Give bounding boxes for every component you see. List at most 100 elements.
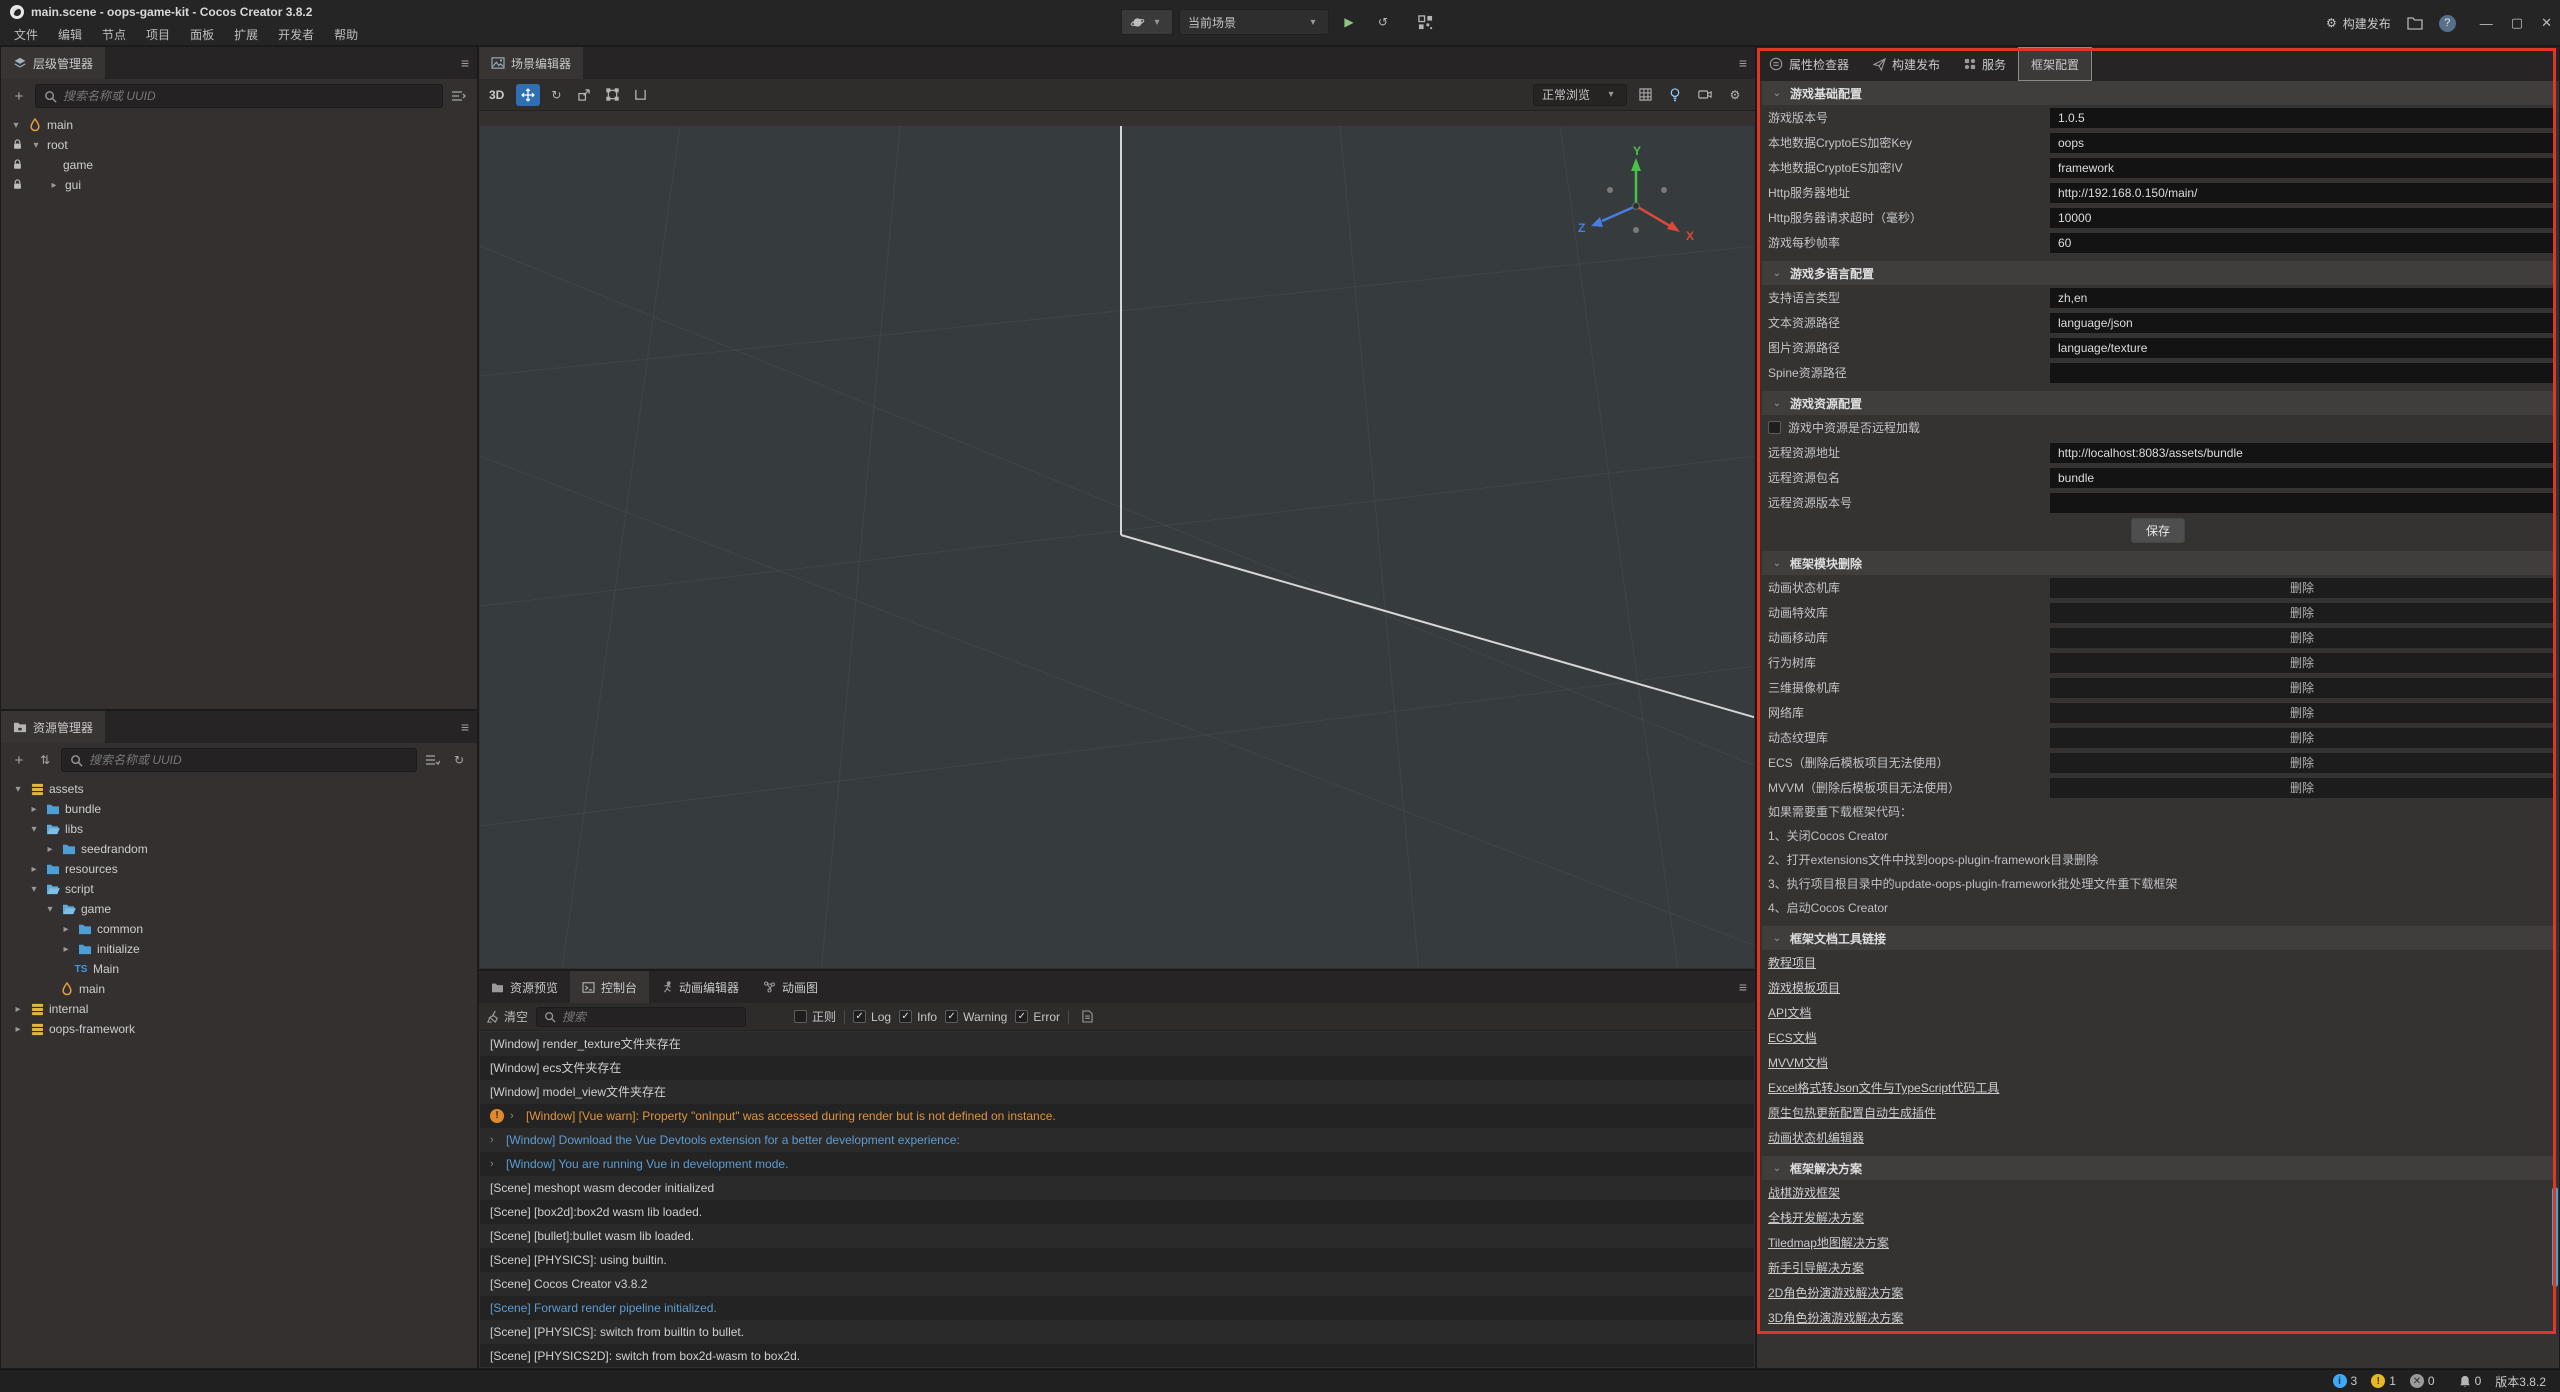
log-row[interactable]: [Scene] Cocos Creator v3.8.2	[480, 1272, 1754, 1296]
asset-node-internal[interactable]: ▸ internal	[1, 999, 477, 1019]
asset-node-bundle[interactable]: ▸ bundle	[1, 799, 477, 819]
delete-button[interactable]: 删除	[2050, 578, 2554, 598]
add-asset-button[interactable]: +	[9, 750, 29, 770]
warning-count[interactable]: ! 1	[2371, 1374, 2396, 1388]
hierarchy-search[interactable]	[35, 84, 443, 108]
refresh-icon[interactable]: ↻	[449, 750, 469, 770]
tab-service[interactable]: 服务	[1952, 47, 2018, 81]
menu-node[interactable]: 节点	[92, 26, 136, 43]
log-file-icon[interactable]	[1077, 1007, 1097, 1027]
link-excel-tool[interactable]: Excel格式转Json文件与TypeScript代码工具	[1762, 1075, 2554, 1100]
notification-count[interactable]: 0	[2459, 1374, 2482, 1388]
assets-menu-icon[interactable]: ≡	[461, 711, 469, 743]
link-tutorial-project[interactable]: 教程项目	[1762, 950, 2554, 975]
game-version-input[interactable]	[2050, 108, 2554, 128]
view-mode-select[interactable]: 正常浏览 ▾	[1533, 84, 1627, 106]
link-animator-editor[interactable]: 动画状态机编辑器	[1762, 1125, 2554, 1150]
crypto-key-input[interactable]	[2050, 133, 2554, 153]
reload-button[interactable]: ↺	[1369, 9, 1397, 35]
log-row[interactable]: [Scene] [bullet]:bullet wasm lib loaded.	[480, 1224, 1754, 1248]
asset-node-oops-framework[interactable]: ▸ oops-framework	[1, 1019, 477, 1039]
chevron-down-icon[interactable]: ▾	[29, 140, 43, 151]
link-fullstack[interactable]: 全栈开发解决方案	[1762, 1205, 2554, 1230]
log-row[interactable]: [Scene] [PHYSICS2D]: switch from box2d-w…	[480, 1344, 1754, 1367]
rotate-tool-icon[interactable]: ↻	[544, 84, 568, 106]
folder-icon[interactable]	[2405, 13, 2425, 33]
log-row[interactable]: [Scene] [box2d]:box2d wasm lib loaded.	[480, 1200, 1754, 1224]
tab-animation-editor[interactable]: 动画编辑器	[649, 971, 751, 1003]
asset-node-seedrandom[interactable]: ▸ seedrandom	[1, 839, 477, 859]
filter-error-checkbox[interactable]: ✓ Error	[1015, 1010, 1060, 1024]
scene-menu-icon[interactable]: ≡	[1739, 47, 1747, 79]
section-i18n-config[interactable]: ⌄ 游戏多语言配置	[1762, 261, 2554, 285]
tab-hierarchy[interactable]: 层级管理器	[1, 47, 105, 79]
log-row-link[interactable]: › [Window] Download the Vue Devtools ext…	[480, 1128, 1754, 1152]
chevron-right-icon[interactable]: ▸	[11, 1004, 25, 1015]
save-button[interactable]: 保存	[2131, 518, 2185, 543]
delete-button[interactable]: 删除	[2050, 778, 2554, 798]
remote-url-input[interactable]	[2050, 443, 2554, 463]
maximize-button[interactable]: ▢	[2511, 15, 2523, 31]
asset-node-game[interactable]: ▾ game	[1, 899, 477, 919]
link-game-template[interactable]: 游戏模板项目	[1762, 975, 2554, 1000]
build-publish-button[interactable]: ⚙ 构建发布	[2326, 15, 2391, 32]
spine-path-input[interactable]	[2050, 363, 2554, 383]
scene-select[interactable]: 当前场景 ▾	[1179, 9, 1329, 35]
platform-button[interactable]: ▾	[1121, 9, 1173, 35]
text-path-input[interactable]	[2050, 313, 2554, 333]
filter-log-checkbox[interactable]: ✓ Log	[853, 1010, 891, 1024]
chevron-right-icon[interactable]: ▸	[11, 1024, 25, 1035]
chevron-right-icon[interactable]: ▸	[27, 804, 41, 815]
menu-project[interactable]: 项目	[136, 26, 180, 43]
menu-file[interactable]: 文件	[4, 26, 48, 43]
filter-info-checkbox[interactable]: ✓ Info	[899, 1010, 937, 1024]
chevron-right-icon[interactable]: ▸	[59, 944, 73, 955]
chevron-down-icon[interactable]: ▾	[27, 884, 41, 895]
console-menu-icon[interactable]: ≡	[1739, 971, 1747, 1003]
close-button[interactable]: ✕	[2541, 15, 2552, 31]
chevron-right-icon[interactable]: ▸	[59, 924, 73, 935]
delete-button[interactable]: 删除	[2050, 728, 2554, 748]
delete-button[interactable]: 删除	[2050, 703, 2554, 723]
menu-developer[interactable]: 开发者	[268, 26, 324, 43]
axis-gizmo[interactable]: Y X Z	[1566, 144, 1706, 264]
expand-icon[interactable]: ›	[510, 1104, 520, 1128]
log-row-link[interactable]: [Scene] Forward render pipeline initiali…	[480, 1296, 1754, 1320]
section-module-delete[interactable]: ⌄ 框架模块删除	[1762, 551, 2554, 575]
asset-node-assets[interactable]: ▾ assets	[1, 779, 477, 799]
console-logs[interactable]: [Window] render_texture文件夹存在 [Window] ec…	[480, 1032, 1754, 1367]
filter-warning-checkbox[interactable]: ✓ Warning	[945, 1010, 1007, 1024]
fps-input[interactable]	[2050, 233, 2554, 253]
assets-filter-icon[interactable]	[423, 750, 443, 770]
info-count[interactable]: i 3	[2333, 1374, 2358, 1388]
clear-console-button[interactable]: 清空	[487, 1008, 528, 1025]
console-search[interactable]	[536, 1007, 746, 1027]
move-tool-icon[interactable]	[516, 84, 540, 106]
section-resource-config[interactable]: ⌄ 游戏资源配置	[1762, 391, 2554, 415]
chevron-right-icon[interactable]: ▸	[27, 864, 41, 875]
tree-node-root[interactable]: ▾ root	[1, 135, 477, 155]
assets-search[interactable]	[61, 748, 417, 772]
expand-icon[interactable]: ›	[490, 1128, 500, 1152]
hierarchy-menu-icon[interactable]: ≡	[461, 47, 469, 79]
log-row[interactable]: [Scene] [PHYSICS]: using builtin.	[480, 1248, 1754, 1272]
asset-node-common[interactable]: ▸ common	[1, 919, 477, 939]
link-api-docs[interactable]: API文档	[1762, 1000, 2554, 1025]
log-row[interactable]: [Scene] meshopt wasm decoder initialized	[480, 1176, 1754, 1200]
asset-node-resources[interactable]: ▸ resources	[1, 859, 477, 879]
tab-build-publish[interactable]: 构建发布	[1861, 47, 1952, 81]
asset-node-script[interactable]: ▾ script	[1, 879, 477, 899]
asset-node-libs[interactable]: ▾ libs	[1, 819, 477, 839]
link-tiledmap[interactable]: Tiledmap地图解决方案	[1762, 1230, 2554, 1255]
assets-search-input[interactable]	[89, 753, 408, 767]
sort-assets-icon[interactable]: ⇅	[35, 750, 55, 770]
menu-edit[interactable]: 编辑	[48, 26, 92, 43]
asset-node-main-ts[interactable]: TS Main	[1, 959, 477, 979]
add-node-button[interactable]: +	[9, 86, 29, 106]
tab-assets[interactable]: 资源管理器	[1, 711, 105, 743]
camera-preview-icon[interactable]	[1693, 84, 1717, 106]
scene-settings-gear-icon[interactable]: ⚙	[1723, 84, 1747, 106]
log-row-link[interactable]: › [Window] You are running Vue in develo…	[480, 1152, 1754, 1176]
log-row[interactable]: [Window] model_view文件夹存在	[480, 1080, 1754, 1104]
scene-viewport[interactable]: Y X Z	[480, 126, 1754, 968]
